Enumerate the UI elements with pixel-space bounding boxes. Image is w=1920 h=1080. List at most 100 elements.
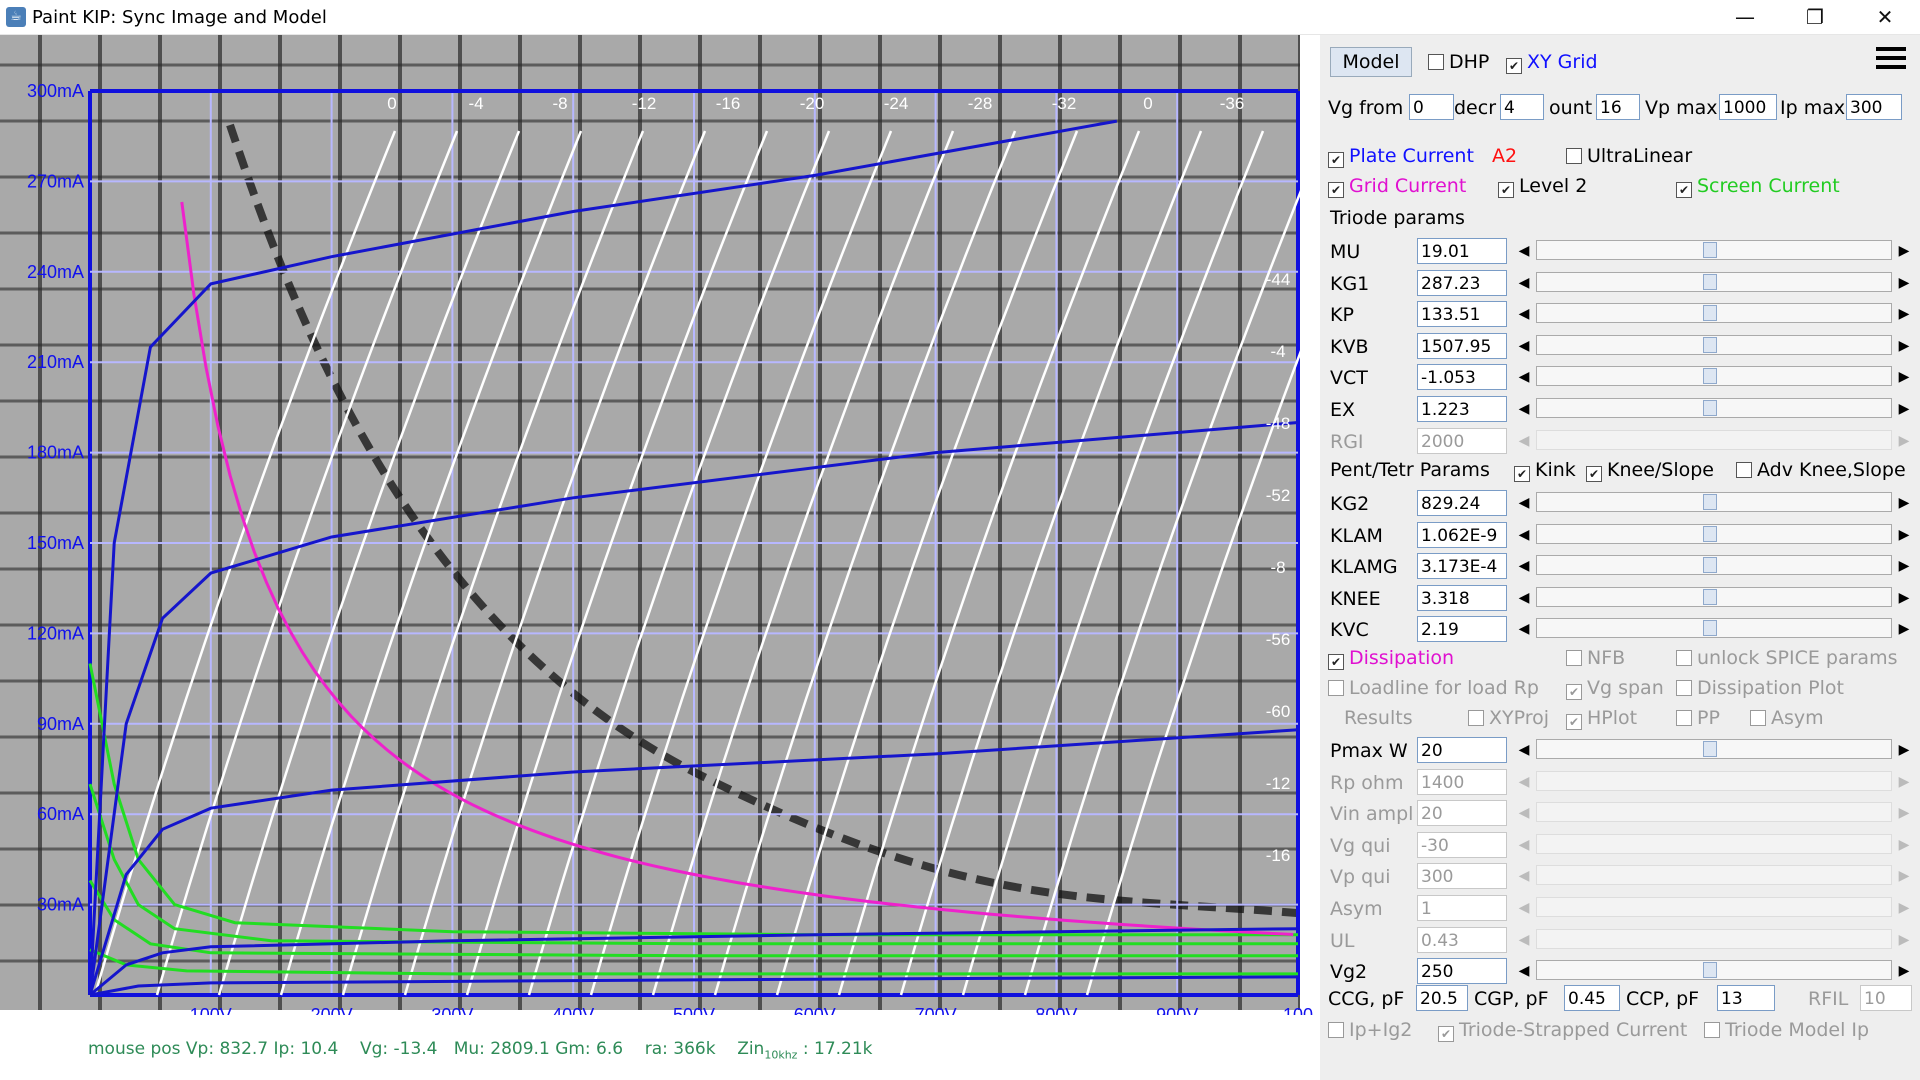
arrow-right-icon[interactable]: ▶ <box>1894 737 1914 763</box>
param-input-rgi[interactable]: 2000 <box>1417 427 1507 454</box>
slider-thumb[interactable] <box>1703 557 1717 574</box>
param-slider[interactable]: ◀ ▶ <box>1514 927 1914 953</box>
count-input[interactable]: 16 <box>1596 94 1640 120</box>
rfil-input[interactable]: 10 <box>1860 985 1912 1011</box>
grid-current-checkbox[interactable]: ✔ Grid Current <box>1328 175 1466 198</box>
param-slider[interactable]: ◀ ▶ <box>1514 958 1914 984</box>
arrow-left-icon[interactable]: ◀ <box>1514 364 1534 390</box>
dissipation-checkbox[interactable]: ✔ Dissipation <box>1328 647 1454 670</box>
param-input-ex[interactable]: 1.223 <box>1417 396 1507 422</box>
arrow-left-icon[interactable]: ◀ <box>1514 490 1534 516</box>
arrow-left-icon[interactable]: ◀ <box>1514 301 1534 327</box>
param-slider[interactable]: ◀ ▶ <box>1514 364 1914 390</box>
param-slider[interactable]: ◀ ▶ <box>1514 863 1914 889</box>
checkbox-box[interactable]: ✔ <box>1566 714 1582 730</box>
param-slider[interactable]: ◀ ▶ <box>1514 585 1914 611</box>
param-input-vg2[interactable]: 250 <box>1417 958 1507 985</box>
checkbox-box[interactable]: ✔ <box>1328 152 1344 168</box>
arrow-right-icon[interactable]: ▶ <box>1894 301 1914 327</box>
param-input-vin-ampl[interactable]: 20 <box>1417 800 1507 827</box>
param-input-kg2[interactable]: 829.24 <box>1417 490 1507 516</box>
param-slider[interactable]: ◀ ▶ <box>1514 238 1914 264</box>
slider-track[interactable] <box>1536 334 1892 355</box>
arrow-right-icon[interactable]: ▶ <box>1894 553 1914 579</box>
slider-track[interactable] <box>1536 960 1892 981</box>
slider-thumb[interactable] <box>1703 336 1717 353</box>
knee-slope-checkbox[interactable]: ✔ Knee/Slope <box>1586 459 1714 482</box>
checkbox-box[interactable] <box>1328 680 1344 696</box>
slider-track[interactable] <box>1536 523 1892 544</box>
param-slider[interactable]: ◀ ▶ <box>1514 333 1914 359</box>
param-slider[interactable]: ◀ ▶ <box>1514 769 1914 795</box>
param-input-vct[interactable]: -1.053 <box>1417 364 1507 391</box>
slider-track[interactable] <box>1536 492 1892 512</box>
nfb-checkbox[interactable]: NFB <box>1566 647 1625 669</box>
arrow-left-icon[interactable]: ◀ <box>1514 553 1534 579</box>
checkbox-box[interactable] <box>1676 710 1692 726</box>
checkbox-box[interactable]: ✔ <box>1498 182 1514 198</box>
param-input-knee[interactable]: 3.318 <box>1417 584 1507 611</box>
slider-track[interactable] <box>1536 240 1892 260</box>
checkbox-box[interactable]: ✔ <box>1676 182 1692 198</box>
slider-thumb[interactable] <box>1703 525 1717 542</box>
arrow-right-icon[interactable]: ▶ <box>1894 490 1914 516</box>
param-input-ul[interactable]: 0.43 <box>1417 926 1507 953</box>
slider-thumb[interactable] <box>1703 962 1717 979</box>
arrow-right-icon[interactable]: ▶ <box>1894 927 1914 953</box>
triode-strapped-checkbox[interactable]: ✔ Triode-Strapped Current <box>1438 1019 1687 1042</box>
slider-track[interactable] <box>1536 303 1892 324</box>
slider-track[interactable] <box>1536 739 1892 759</box>
slider-track[interactable] <box>1536 833 1892 854</box>
param-slider[interactable]: ◀ ▶ <box>1514 616 1914 642</box>
arrow-left-icon[interactable]: ◀ <box>1514 428 1534 454</box>
ip-max-input[interactable]: 300 <box>1846 94 1902 120</box>
arrow-left-icon[interactable]: ◀ <box>1514 270 1534 296</box>
ultralinear-checkbox[interactable]: UltraLinear <box>1566 145 1692 167</box>
slider-thumb[interactable] <box>1703 242 1717 258</box>
xyproj-checkbox[interactable]: XYProj <box>1468 707 1549 729</box>
slider-thumb[interactable] <box>1703 620 1717 637</box>
arrow-right-icon[interactable]: ▶ <box>1894 863 1914 889</box>
arrow-right-icon[interactable]: ▶ <box>1894 364 1914 390</box>
vg-from-input[interactable]: 0 <box>1409 94 1454 120</box>
arrow-left-icon[interactable]: ◀ <box>1514 585 1534 611</box>
slider-thumb[interactable] <box>1703 273 1717 290</box>
arrow-right-icon[interactable]: ▶ <box>1894 333 1914 359</box>
slider-track[interactable] <box>1536 555 1892 576</box>
param-slider[interactable]: ◀ ▶ <box>1514 490 1914 516</box>
slider-track[interactable] <box>1536 618 1892 639</box>
param-slider[interactable]: ◀ ▶ <box>1514 301 1914 327</box>
checkbox-box[interactable] <box>1566 650 1582 666</box>
unlock-spice-checkbox[interactable]: unlock SPICE params <box>1676 647 1897 669</box>
kink-checkbox[interactable]: ✔ Kink <box>1514 459 1576 482</box>
slider-thumb[interactable] <box>1703 400 1717 416</box>
slider-thumb[interactable] <box>1703 741 1717 757</box>
pp-checkbox[interactable]: PP <box>1676 707 1720 729</box>
arrow-right-icon[interactable]: ▶ <box>1894 238 1914 264</box>
slider-track[interactable] <box>1536 586 1892 607</box>
param-slider[interactable]: ◀ ▶ <box>1514 522 1914 548</box>
arrow-right-icon[interactable]: ▶ <box>1894 832 1914 858</box>
slider-track[interactable] <box>1536 897 1892 917</box>
param-input-kp[interactable]: 133.51 <box>1417 301 1507 328</box>
model-button[interactable]: Model <box>1330 47 1412 77</box>
slider-thumb[interactable] <box>1703 494 1717 510</box>
param-input-kvb[interactable]: 1507.95 <box>1417 332 1507 359</box>
ip-ig2-checkbox[interactable]: Ip+Ig2 <box>1328 1019 1412 1041</box>
arrow-right-icon[interactable]: ▶ <box>1894 895 1914 921</box>
xy-grid-checkbox[interactable]: ✔ XY Grid <box>1506 51 1598 74</box>
param-slider[interactable]: ◀ ▶ <box>1514 737 1914 763</box>
arrow-left-icon[interactable]: ◀ <box>1514 895 1534 921</box>
hamburger-menu-icon[interactable] <box>1876 47 1906 73</box>
hplot-checkbox[interactable]: ✔ HPlot <box>1566 707 1637 730</box>
plot-canvas[interactable]: 300mA 270mA 240mA 210mA 180mA 150mA 120mA 90mA 6… <box>0 35 1320 1015</box>
checkbox-box[interactable]: ✔ <box>1438 1026 1454 1042</box>
plate-current-checkbox[interactable]: ✔ Plate Current <box>1328 145 1474 168</box>
arrow-left-icon[interactable]: ◀ <box>1514 396 1534 422</box>
level2-checkbox[interactable]: ✔ Level 2 <box>1498 175 1587 198</box>
checkbox-box[interactable] <box>1676 650 1692 666</box>
param-input-vp-qui[interactable]: 300 <box>1417 863 1507 890</box>
param-input-kvc[interactable]: 2.19 <box>1417 616 1507 643</box>
param-input-asym[interactable]: 1 <box>1417 895 1507 921</box>
arrow-left-icon[interactable]: ◀ <box>1514 958 1534 984</box>
